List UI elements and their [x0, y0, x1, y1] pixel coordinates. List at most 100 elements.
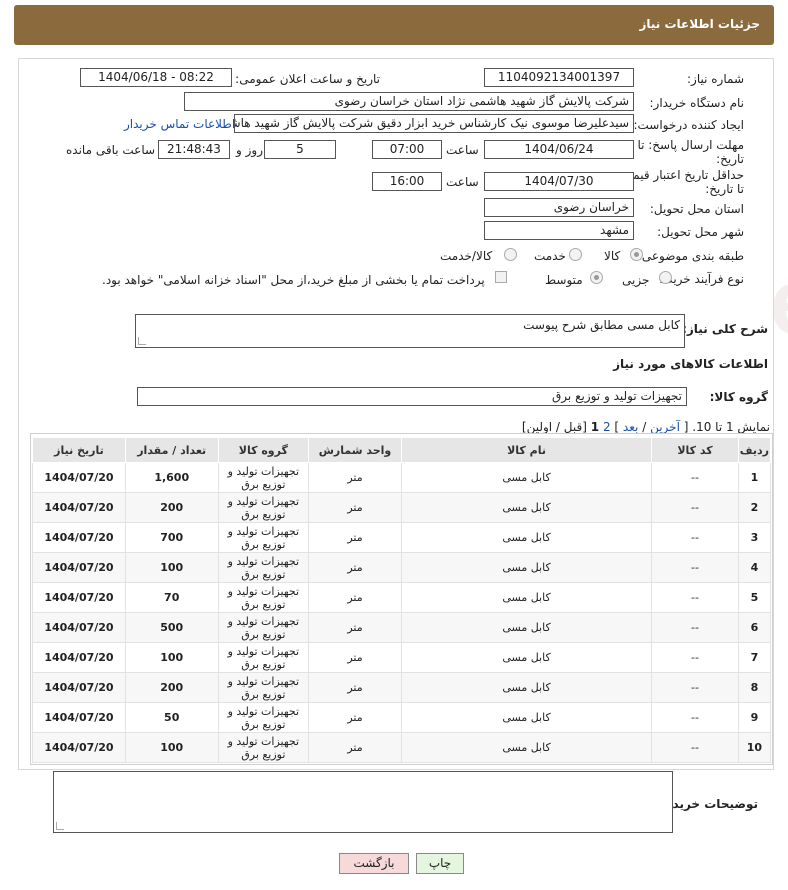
remaining-time-field: 21:48:43: [158, 140, 230, 159]
cell-unit: متر: [308, 612, 402, 643]
col-unit: واحد شمارش: [308, 437, 402, 463]
table-row: 6 -- کابل مسی متر تجهیزات تولید و توزیع برق 5…: [32, 612, 772, 643]
process-option-medium: متوسط: [545, 273, 583, 287]
cell-qty: 200: [124, 492, 219, 523]
cell-name: کابل مسی: [400, 732, 653, 763]
process-label: نوع فرآیند خرید :: [659, 272, 744, 286]
goods-group-field: تجهیزات تولید و توزیع برق: [137, 387, 687, 406]
cell-row: 8: [737, 672, 772, 703]
cell-date: 1404/07/20: [32, 552, 126, 583]
cell-date: 1404/07/20: [32, 642, 126, 673]
pagination-next-link[interactable]: بعد: [623, 420, 638, 434]
cell-row: 6: [737, 612, 772, 643]
cell-qty: 100: [124, 642, 219, 673]
buyer-contact-link[interactable]: اطلاعات تماس خریدار: [124, 117, 235, 131]
cell-row: 9: [737, 702, 772, 733]
reply-time-label: ساعت: [446, 143, 479, 157]
cell-row: 2: [737, 492, 772, 523]
pagination-sep: /: [642, 420, 647, 434]
cell-code: --: [651, 492, 739, 523]
category-radio-service[interactable]: [569, 248, 582, 261]
cell-qty: 700: [124, 522, 219, 553]
process-radio-minor[interactable]: [659, 271, 672, 284]
cell-unit: متر: [308, 462, 402, 493]
cell-code: --: [651, 462, 739, 493]
cell-group: تجهیزات تولید و توزیع برق: [217, 582, 310, 613]
col-group: گروه کالا: [217, 437, 310, 463]
cell-date: 1404/07/20: [32, 462, 126, 493]
cell-qty: 500: [124, 612, 219, 643]
print-button[interactable]: چاپ: [416, 853, 464, 874]
cell-name: کابل مسی: [400, 492, 653, 523]
table-row: 10 -- کابل مسی متر تجهیزات تولید و توزیع برق…: [32, 732, 772, 763]
cell-code: --: [651, 642, 739, 673]
pagination-sep-bracket: ]: [614, 420, 620, 434]
description-field: کابل مسی مطابق شرح پیوست: [135, 314, 685, 348]
announce-label: تاریخ و ساعت اعلان عمومی:: [235, 72, 380, 86]
process-radio-medium[interactable]: [590, 271, 603, 284]
cell-group: تجهیزات تولید و توزیع برق: [217, 612, 310, 643]
cell-unit: متر: [308, 642, 402, 673]
remaining-time-label: ساعت باقی مانده: [66, 143, 156, 157]
category-radio-goods-service[interactable]: [504, 248, 517, 261]
resize-grip-icon[interactable]: [56, 822, 64, 830]
cell-group: تجهیزات تولید و توزیع برق: [217, 492, 310, 523]
back-button[interactable]: بازگشت: [339, 853, 409, 874]
need-number-field: 1104092134001397: [484, 68, 634, 87]
buyer-org-field: شرکت پالایش گاز شهید هاشمی نژاد استان خر…: [184, 92, 634, 111]
treasury-checkbox[interactable]: [495, 271, 507, 283]
resize-grip-icon[interactable]: [138, 337, 146, 345]
cell-code: --: [651, 732, 739, 763]
cell-date: 1404/07/20: [32, 582, 126, 613]
reply-deadline-label: مهلت ارسال پاسخ: تا تاریخ:: [637, 138, 744, 166]
cell-date: 1404/07/20: [32, 612, 126, 643]
table-row: 3 -- کابل مسی متر تجهیزات تولید و توزیع برق 7…: [32, 522, 772, 553]
treasury-note: پرداخت تمام یا بخشی از مبلغ خرید،از محل …: [102, 273, 485, 287]
cell-row: 4: [737, 552, 772, 583]
reply-days-label: روز و: [236, 143, 263, 157]
cell-code: --: [651, 672, 739, 703]
description-label: شرح کلی نیاز:: [682, 322, 768, 336]
pagination-suffix: [قبل / اولین]: [521, 420, 587, 434]
cell-group: تجهیزات تولید و توزیع برق: [217, 702, 310, 733]
cell-unit: متر: [308, 552, 402, 583]
province-label: استان محل تحویل:: [649, 202, 744, 216]
table-row: 7 -- کابل مسی متر تجهیزات تولید و توزیع برق 1…: [32, 642, 772, 673]
cell-unit: متر: [308, 492, 402, 523]
cell-row: 3: [737, 522, 772, 553]
cell-group: تجهیزات تولید و توزیع برق: [217, 732, 310, 763]
cell-row: 7: [737, 642, 772, 673]
table-header-row: ردیف کد کالا نام کالا واحد شمارش گروه کا…: [32, 437, 772, 463]
page-header: جزئیات اطلاعات نیاز: [14, 5, 774, 45]
pagination-page-1: 1: [590, 420, 600, 434]
buyer-notes-field: [53, 771, 673, 833]
cell-date: 1404/07/20: [32, 672, 126, 703]
cell-qty: 100: [124, 732, 219, 763]
cell-qty: 70: [124, 582, 219, 613]
cell-group: تجهیزات تولید و توزیع برق: [217, 552, 310, 583]
cell-row: 1: [737, 462, 772, 493]
cell-unit: متر: [308, 522, 402, 553]
goods-group-label: گروه کالا:: [709, 390, 768, 404]
cell-code: --: [651, 702, 739, 733]
cell-group: تجهیزات تولید و توزیع برق: [217, 462, 310, 493]
col-code: کد کالا: [651, 437, 739, 463]
buyer-org-label: نام دستگاه خریدار:: [649, 96, 745, 110]
pagination-page-2[interactable]: 2: [603, 420, 611, 434]
col-row: ردیف: [737, 437, 772, 463]
reply-time-field: 07:00: [372, 140, 442, 159]
cell-date: 1404/07/20: [32, 492, 126, 523]
cell-unit: متر: [308, 672, 402, 703]
price-validity-time-label: ساعت: [446, 175, 479, 189]
cell-name: کابل مسی: [400, 642, 653, 673]
category-radio-goods[interactable]: [630, 248, 643, 261]
goods-section-title: اطلاعات کالاهای مورد نیاز: [613, 357, 768, 371]
cell-name: کابل مسی: [400, 702, 653, 733]
cell-qty: 200: [124, 672, 219, 703]
cell-name: کابل مسی: [400, 582, 653, 613]
creator-label: ایجاد کننده درخواست:: [633, 118, 744, 132]
pagination-last-link[interactable]: آخرین: [650, 420, 680, 434]
cell-date: 1404/07/20: [32, 522, 126, 553]
reply-days-field: 5: [264, 140, 336, 159]
cell-group: تجهیزات تولید و توزیع برق: [217, 522, 310, 553]
